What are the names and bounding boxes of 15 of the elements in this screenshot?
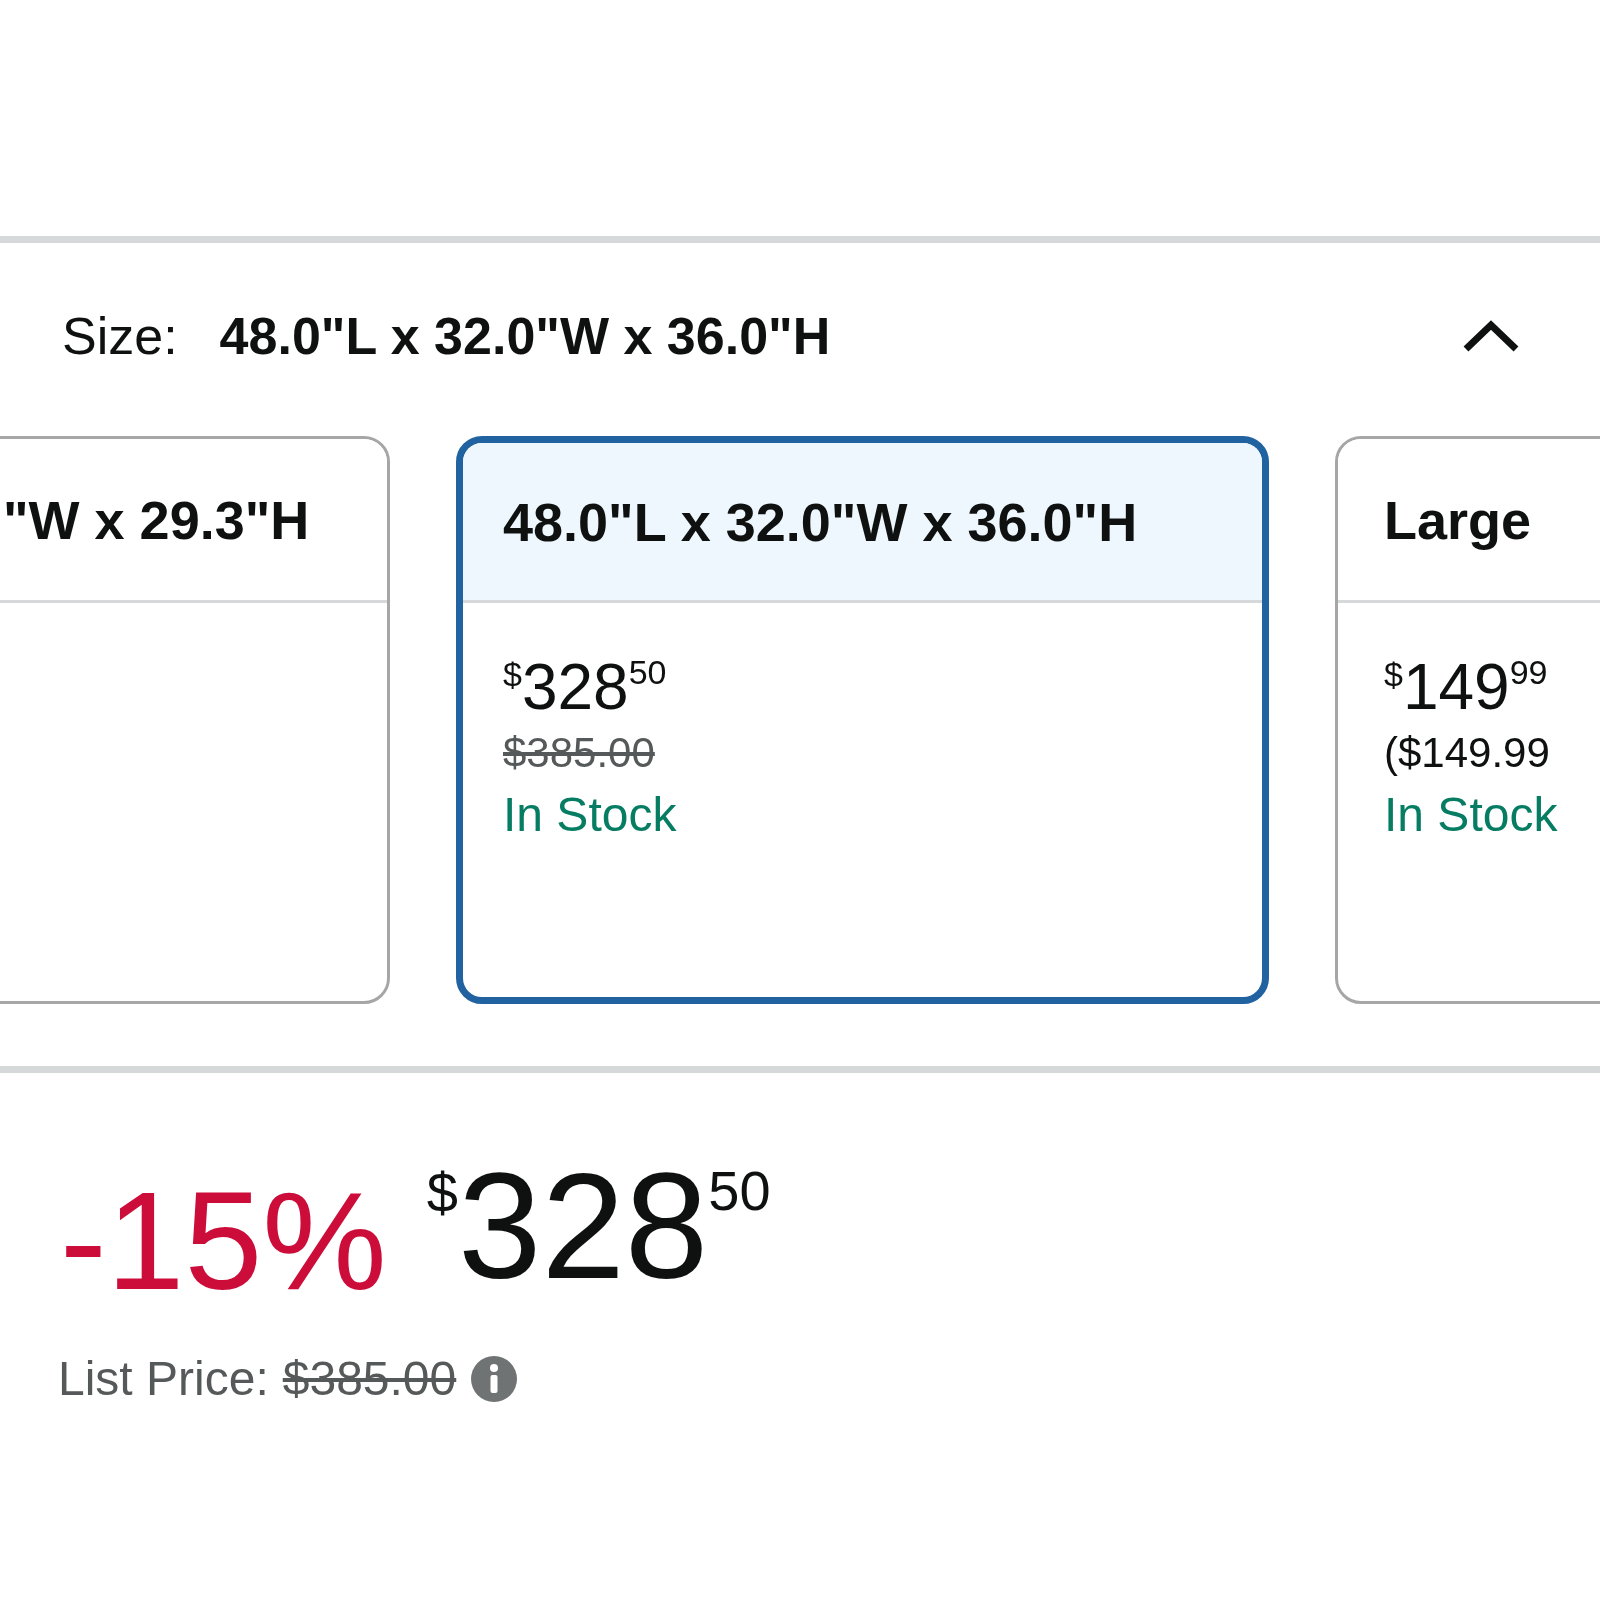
was-price: $385.00 <box>503 729 655 777</box>
size-option-card[interactable]: "W x 29.3"H <box>0 436 390 1004</box>
list-price-label: List Price: <box>58 1351 269 1406</box>
chevron-up-icon[interactable] <box>1462 318 1520 353</box>
option-title: 48.0"L x 32.0"W x 36.0"H <box>503 490 1138 553</box>
option-title: Large <box>1384 488 1532 551</box>
size-label: Size: <box>62 305 178 366</box>
option-title: "W x 29.3"H <box>3 488 310 551</box>
availability: In Stock <box>503 787 677 842</box>
list-price: $385.00 <box>282 1351 457 1406</box>
size-value: 48.0"L x 32.0"W x 36.0"H <box>219 305 831 366</box>
discount: -15% <box>60 1171 387 1311</box>
availability: In Stock <box>1384 787 1558 842</box>
unit-price: ($149.99 <box>1384 729 1550 777</box>
info-icon[interactable] <box>470 1354 519 1403</box>
